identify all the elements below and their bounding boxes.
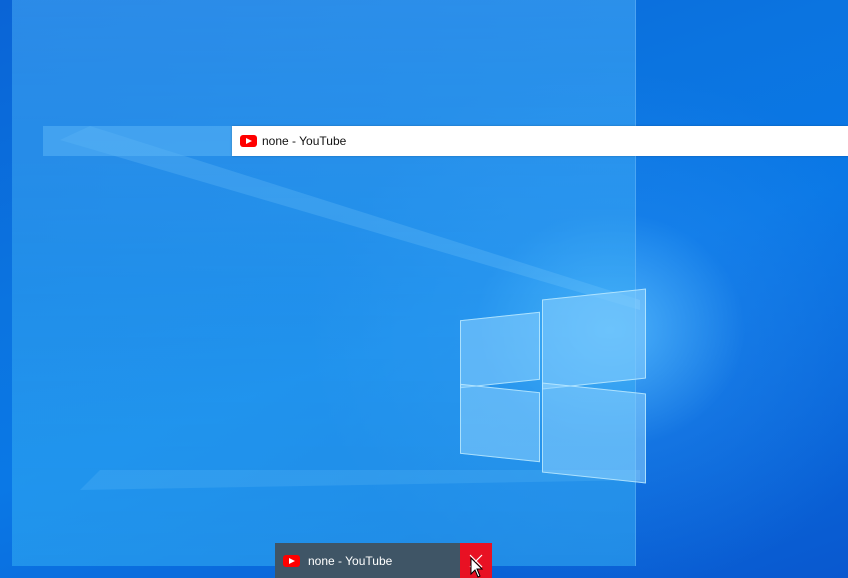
windows-logo-pane [460, 311, 540, 389]
youtube-icon [283, 554, 300, 567]
windows-logo-pane [542, 382, 646, 484]
youtube-icon [240, 135, 257, 147]
windows-logo-pane [460, 383, 540, 463]
windows-logo [458, 288, 648, 484]
taskbar-thumbnail[interactable]: none - YouTube [275, 543, 492, 578]
taskbar-thumbnail-title: none - YouTube [308, 553, 393, 568]
windows-logo-pane [542, 288, 646, 390]
window-title-bar[interactable]: none - YouTube [232, 126, 848, 156]
window-title: none - YouTube [262, 134, 347, 148]
aero-peek-preview-panel [12, 0, 636, 566]
mouse-cursor-icon [470, 557, 484, 578]
